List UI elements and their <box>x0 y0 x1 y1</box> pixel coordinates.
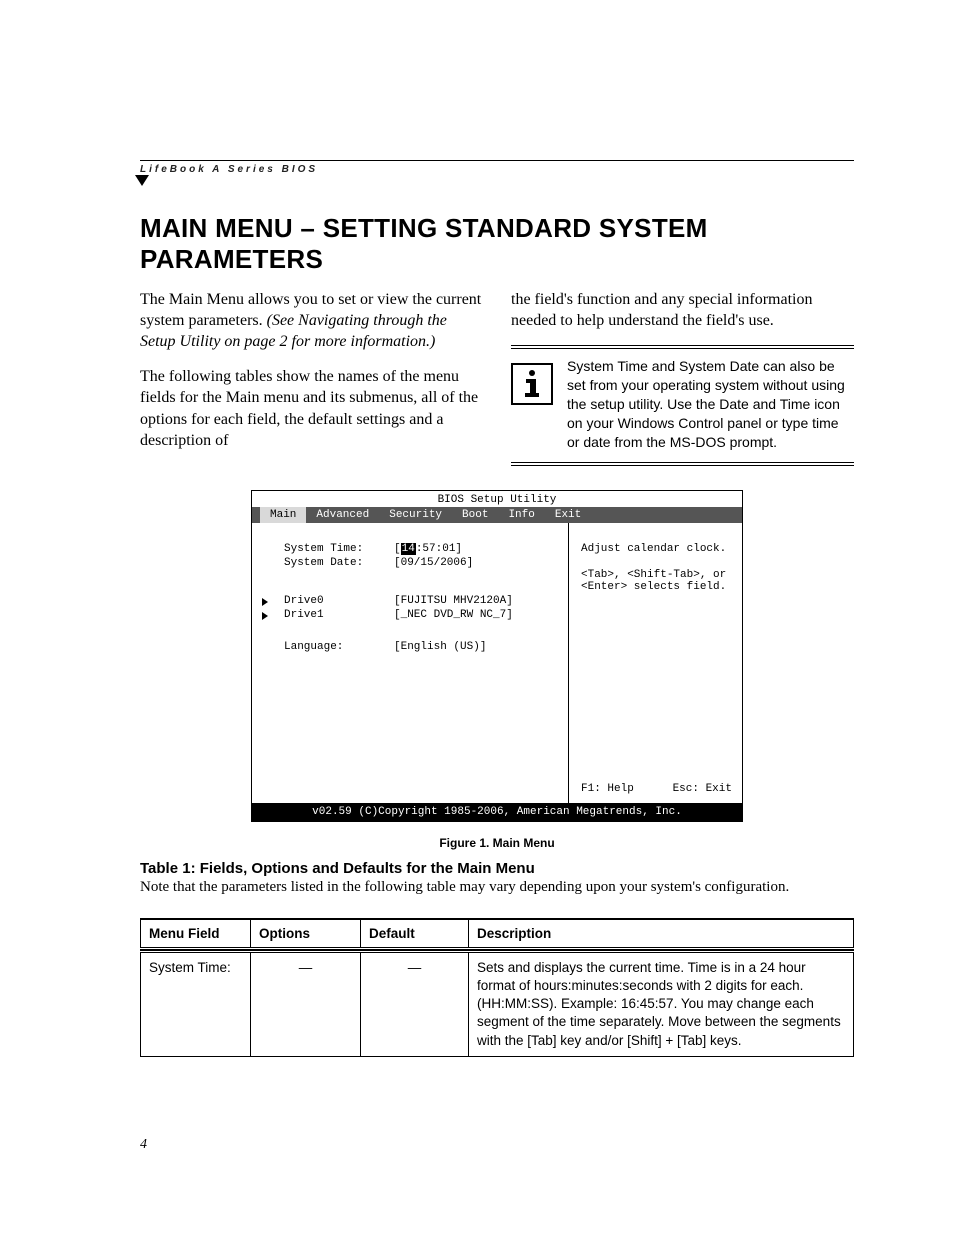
fields-table: Menu Field Options Default Description S… <box>140 918 854 1057</box>
triangle-icon <box>135 175 149 186</box>
table-header-row: Menu Field Options Default Description <box>141 919 854 949</box>
th-options: Options <box>251 919 361 949</box>
bios-figure: BIOS Setup Utility Main Advanced Securit… <box>251 490 743 822</box>
cell-options: — <box>251 951 361 1056</box>
intro-p2: The following tables show the names of t… <box>140 366 483 450</box>
language-value: [English (US)] <box>394 641 486 653</box>
bios-body: System Time: [14:57:01] System Date: [09… <box>252 523 742 803</box>
bios-tab-info[interactable]: Info <box>498 507 544 523</box>
th-field: Menu Field <box>141 919 251 949</box>
bios-row-system-date[interactable]: System Date: [09/15/2006] <box>256 557 560 569</box>
running-head-text: LifeBook A Series BIOS <box>140 164 318 175</box>
bios-title: BIOS Setup Utility <box>252 491 742 507</box>
bios-tab-main[interactable]: Main <box>260 507 306 523</box>
running-head: LifeBook A Series BIOS <box>140 160 854 175</box>
bios-row-drive1[interactable]: Drive1 [_NEC DVD_RW NC_7] <box>256 609 560 621</box>
bios-tabs: Main Advanced Security Boot Info Exit <box>252 507 742 523</box>
bios-help-pane: Adjust calendar clock. <Tab>, <Shift-Tab… <box>568 523 742 803</box>
intro-columns: The Main Menu allows you to set or view … <box>140 289 854 466</box>
system-date-value: [09/15/2006] <box>394 557 473 569</box>
bios-row-system-time[interactable]: System Time: [14:57:01] <box>256 543 560 555</box>
st-hh[interactable]: 14 <box>401 543 416 555</box>
bios-tab-exit[interactable]: Exit <box>545 507 591 523</box>
help-esc: Esc: Exit <box>673 783 732 795</box>
page-title: MAIN MENU – SETTING STANDARD SYSTEM PARA… <box>140 213 854 275</box>
language-label: Language: <box>284 641 394 653</box>
st-prefix: [ <box>394 543 401 555</box>
st-rest: :57:01] <box>416 543 462 555</box>
intro-p1: The Main Menu allows you to set or view … <box>140 289 483 352</box>
help-footer: F1: Help Esc: Exit <box>581 783 732 795</box>
intro-col-right: the field's function and any special inf… <box>511 289 854 466</box>
th-description: Description <box>469 919 854 949</box>
bios-copyright: v02.59 (C)Copyright 1985-2006, American … <box>252 803 742 821</box>
th-default: Default <box>361 919 469 949</box>
drive1-label: Drive1 <box>284 609 394 621</box>
table-row: System Time: — — Sets and displays the c… <box>141 951 854 1056</box>
bios-tab-advanced[interactable]: Advanced <box>306 507 379 523</box>
intro-col-left: The Main Menu allows you to set or view … <box>140 289 483 466</box>
table-note: Note that the parameters listed in the f… <box>140 879 854 896</box>
bios-tab-boot[interactable]: Boot <box>452 507 498 523</box>
note-text: System Time and System Date can also be … <box>567 357 854 451</box>
cell-description: Sets and displays the current time. Time… <box>469 951 854 1056</box>
cell-default: — <box>361 951 469 1056</box>
drive1-value: [_NEC DVD_RW NC_7] <box>394 609 513 621</box>
bios-window: BIOS Setup Utility Main Advanced Securit… <box>251 490 743 822</box>
cell-field: System Time: <box>141 951 251 1056</box>
table-title: Table 1: Fields, Options and Defaults fo… <box>140 860 854 877</box>
submenu-arrow-icon <box>262 598 268 606</box>
drive0-label: Drive0 <box>284 595 394 607</box>
info-icon <box>511 363 553 405</box>
system-time-value: [14:57:01] <box>394 543 462 555</box>
note-box: System Time and System Date can also be … <box>511 345 854 465</box>
help-f1: F1: Help <box>581 783 634 795</box>
bios-row-language[interactable]: Language: [English (US)] <box>256 641 560 653</box>
help-line1: Adjust calendar clock. <box>581 543 732 555</box>
bios-left-pane: System Time: [14:57:01] System Date: [09… <box>252 523 568 803</box>
bios-row-drive0[interactable]: Drive0 [FUJITSU MHV2120A] <box>256 595 560 607</box>
submenu-arrow-icon <box>262 612 268 620</box>
system-date-label: System Date: <box>284 557 394 569</box>
help-line2: <Tab>, <Shift-Tab>, or <Enter> selects f… <box>581 569 732 593</box>
page-number: 4 <box>140 1137 854 1153</box>
figure-caption: Figure 1. Main Menu <box>140 836 854 850</box>
drive0-value: [FUJITSU MHV2120A] <box>394 595 513 607</box>
intro-p3: the field's function and any special inf… <box>511 289 854 331</box>
system-time-label: System Time: <box>284 543 394 555</box>
bios-tab-security[interactable]: Security <box>379 507 452 523</box>
